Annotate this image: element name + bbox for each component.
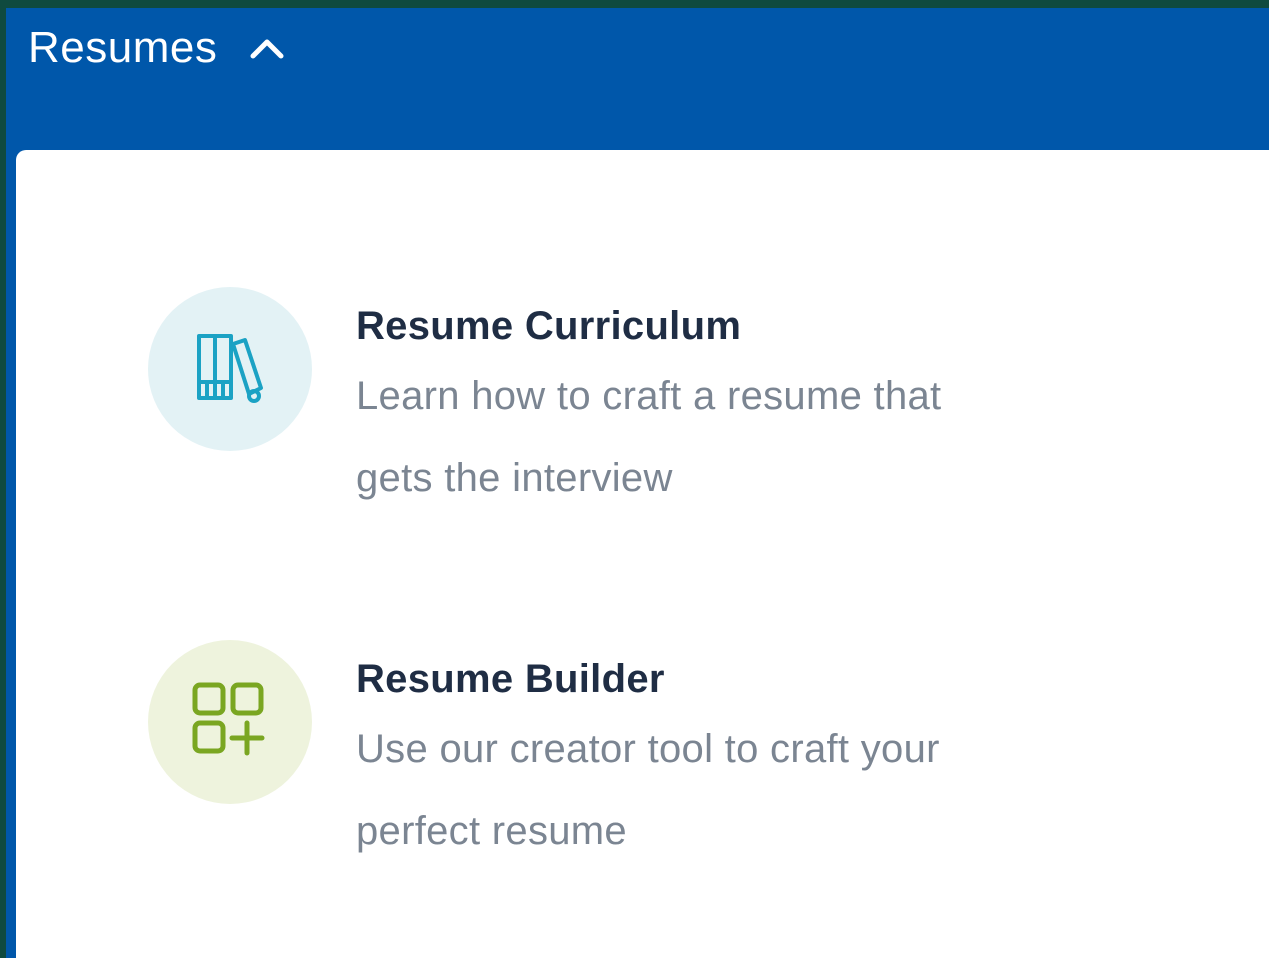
resume-builder-icon-badge (148, 640, 312, 804)
resume-builder-text: Resume Builder Use our creator tool to c… (356, 652, 1176, 872)
menu-item-resume-curriculum[interactable]: Resume Curriculum Learn how to craft a r… (148, 287, 1176, 519)
dropdown-header: Resumes (6, 8, 1269, 150)
resume-curriculum-description-line2: gets the interview (356, 456, 673, 500)
resume-builder-description: Use our creator tool to craft your perfe… (356, 708, 1176, 872)
dropdown-panel: Resume Curriculum Learn how to craft a r… (16, 150, 1269, 958)
resumes-dropdown: Resumes Resume Curriculum Learn how to c… (6, 8, 1269, 958)
resume-curriculum-description: Learn how to craft a resume that gets th… (356, 355, 1176, 519)
grid-plus-icon (185, 675, 275, 770)
resumes-menu-toggle[interactable]: Resumes (28, 22, 289, 74)
resume-curriculum-icon-badge (148, 287, 312, 451)
menu-title: Resumes (28, 23, 218, 72)
resume-builder-title: Resume Builder (356, 657, 665, 701)
resume-builder-description-line2: perfect resume (356, 809, 627, 853)
resume-curriculum-description-line1: Learn how to craft a resume that (356, 374, 942, 418)
chevron-up-icon (245, 26, 289, 70)
menu-item-resume-builder[interactable]: Resume Builder Use our creator tool to c… (148, 640, 1176, 872)
resume-curriculum-title: Resume Curriculum (356, 304, 742, 348)
resume-curriculum-text: Resume Curriculum Learn how to craft a r… (356, 299, 1176, 519)
resume-builder-description-line1: Use our creator tool to craft your (356, 727, 940, 771)
books-icon (185, 322, 275, 417)
